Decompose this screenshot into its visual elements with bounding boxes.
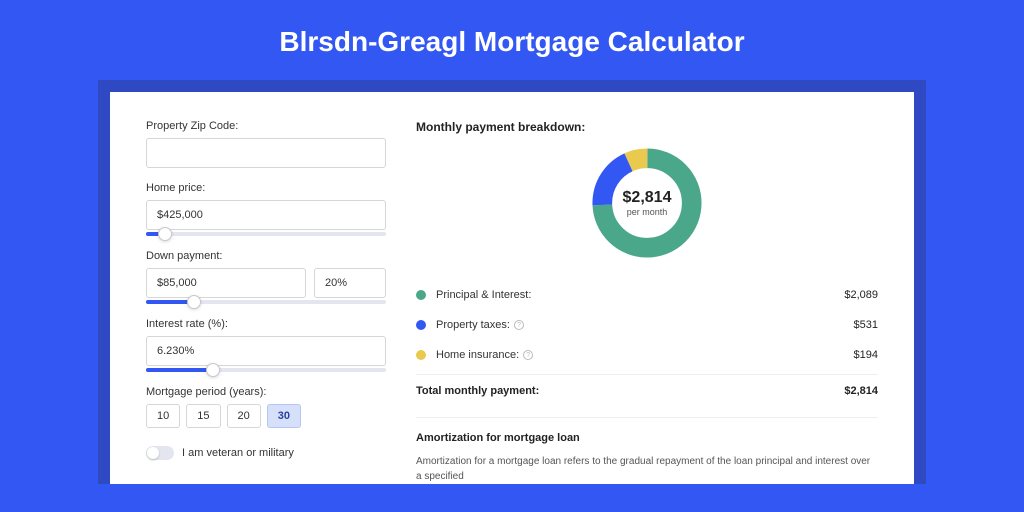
breakdown-title: Monthly payment breakdown:	[416, 120, 878, 134]
zip-input[interactable]	[146, 138, 386, 168]
legend-taxes: Property taxes: ? $531	[416, 310, 878, 340]
donut-amount: $2,814	[623, 189, 672, 207]
down-payment-input[interactable]	[146, 268, 306, 298]
legend-value: $194	[854, 349, 878, 361]
interest-slider[interactable]	[146, 368, 386, 372]
slider-thumb[interactable]	[206, 363, 220, 377]
interest-field: Interest rate (%):	[146, 318, 386, 372]
down-payment-label: Down payment:	[146, 250, 386, 262]
info-icon[interactable]: ?	[514, 320, 524, 330]
dot-icon	[416, 320, 426, 330]
legend-value: $531	[854, 319, 878, 331]
donut-center: $2,814 per month	[623, 189, 672, 217]
down-payment-field: Down payment:	[146, 250, 386, 304]
amortization-title: Amortization for mortgage loan	[416, 432, 878, 444]
period-buttons: 10 15 20 30	[146, 404, 386, 428]
period-btn-15[interactable]: 15	[186, 404, 220, 428]
legend-principal: Principal & Interest: $2,089	[416, 280, 878, 310]
veteran-label: I am veteran or military	[182, 447, 294, 459]
legend-value: $2,089	[844, 289, 878, 301]
info-icon[interactable]: ?	[523, 350, 533, 360]
home-price-input[interactable]	[146, 200, 386, 230]
period-btn-20[interactable]: 20	[227, 404, 261, 428]
amortization-section: Amortization for mortgage loan Amortizat…	[416, 417, 878, 484]
slider-thumb[interactable]	[187, 295, 201, 309]
home-price-field: Home price:	[146, 182, 386, 236]
veteran-toggle[interactable]	[146, 446, 174, 460]
page-title: Blrsdn-Greagl Mortgage Calculator	[0, 0, 1024, 80]
calculator-card: Property Zip Code: Home price: Down paym…	[110, 92, 914, 484]
legend-label: Property taxes: ?	[436, 319, 854, 331]
total-label: Total monthly payment:	[416, 385, 844, 397]
period-label: Mortgage period (years):	[146, 386, 386, 398]
amortization-text: Amortization for a mortgage loan refers …	[416, 454, 878, 484]
legend-label: Principal & Interest:	[436, 289, 844, 301]
period-btn-10[interactable]: 10	[146, 404, 180, 428]
card-shadow: Property Zip Code: Home price: Down paym…	[98, 80, 926, 484]
dot-icon	[416, 350, 426, 360]
interest-input[interactable]	[146, 336, 386, 366]
inputs-column: Property Zip Code: Home price: Down paym…	[146, 120, 386, 484]
legend-insurance: Home insurance: ? $194	[416, 340, 878, 370]
total-row: Total monthly payment: $2,814	[416, 374, 878, 411]
zip-label: Property Zip Code:	[146, 120, 386, 132]
down-payment-slider[interactable]	[146, 300, 386, 304]
zip-field: Property Zip Code:	[146, 120, 386, 168]
donut-chart: $2,814 per month	[416, 144, 878, 262]
home-price-slider[interactable]	[146, 232, 386, 236]
slider-thumb[interactable]	[158, 227, 172, 241]
home-price-label: Home price:	[146, 182, 386, 194]
legend-label: Home insurance: ?	[436, 349, 854, 361]
breakdown-column: Monthly payment breakdown: $2,814 per mo…	[416, 120, 878, 484]
down-payment-pct-input[interactable]	[314, 268, 386, 298]
veteran-toggle-row: I am veteran or military	[146, 446, 386, 460]
dot-icon	[416, 290, 426, 300]
period-btn-30[interactable]: 30	[267, 404, 301, 428]
interest-label: Interest rate (%):	[146, 318, 386, 330]
period-field: Mortgage period (years): 10 15 20 30	[146, 386, 386, 428]
total-value: $2,814	[844, 385, 878, 397]
donut-sub: per month	[623, 207, 672, 217]
